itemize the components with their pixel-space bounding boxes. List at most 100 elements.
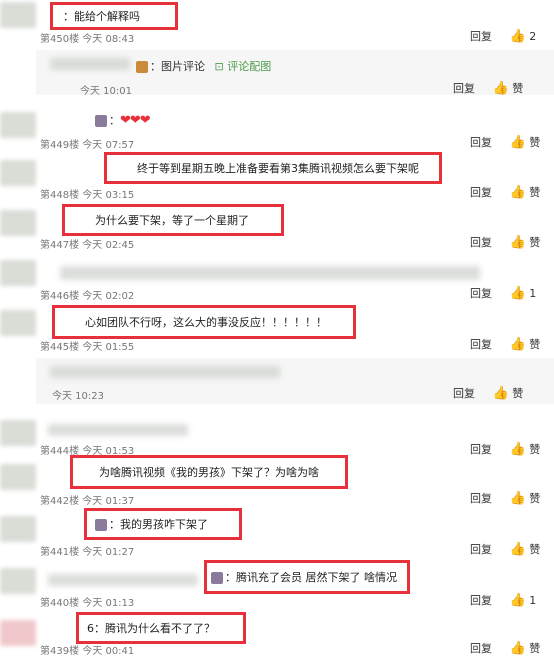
reply-button[interactable]: 回复 (470, 28, 492, 44)
emoji-icon (211, 572, 223, 584)
comment-meta: 第446楼 今天 02:02 (40, 291, 135, 302)
like-count: 1 (529, 593, 537, 607)
highlight-box: ：腾讯充了会员 居然下架了 啥情况 (204, 560, 410, 594)
comment-meta: 第442楼 今天 01:37 (40, 496, 135, 507)
reply-button[interactable]: 回复 (470, 234, 492, 250)
thumbs-up-icon[interactable]: 👍 (510, 337, 526, 352)
thumbs-up-icon[interactable]: 👍 (510, 491, 526, 506)
like-label[interactable]: 赞 (529, 134, 540, 150)
highlight-box: ：能给个解释吗 (50, 2, 178, 30)
comment-time: 今天 10:01 (80, 86, 132, 97)
reply-button[interactable]: 回复 (470, 134, 492, 150)
thumbs-up-icon[interactable]: 👍 (510, 235, 526, 250)
avatar (0, 516, 36, 542)
reply-button[interactable]: 回复 (470, 541, 492, 557)
comment-actions: 回复 👍 赞 (470, 441, 540, 457)
thumbs-up-icon[interactable]: 👍 (510, 442, 526, 457)
thumbs-up-icon[interactable]: 👍 (510, 641, 526, 656)
like-label[interactable]: 赞 (529, 234, 540, 250)
comment-text: 终于等到星期五晚上准备要看第3集腾讯视频怎么要下架呢 (137, 162, 419, 175)
comment-actions: 回复 👍 赞 (470, 184, 540, 200)
like-label[interactable]: 赞 (529, 336, 540, 352)
like-label[interactable]: 赞 (529, 541, 540, 557)
avatar (0, 420, 36, 446)
emoji-icon (136, 61, 148, 73)
blurred-text (48, 424, 188, 436)
comment-meta: 第447楼 今天 02:45 (40, 240, 135, 251)
comment-meta: 第439楼 今天 00:41 (40, 646, 135, 657)
thumbs-up-icon[interactable]: 👍 (510, 286, 526, 301)
comment-text: 为啥腾讯视频《我的男孩》下架了？为啥为啥 (99, 466, 319, 479)
avatar (0, 210, 36, 236)
reply-button[interactable]: 回复 (470, 184, 492, 200)
image-comment: ：图片评论 ⊡ 评论配图 (136, 58, 271, 74)
comment-actions: 回复 👍 赞 (470, 234, 540, 250)
thumbs-up-icon[interactable]: 👍 (510, 593, 526, 608)
highlight-box: 6：腾讯为什么看不了了？ (76, 612, 246, 644)
like-count: 2 (529, 29, 537, 43)
emoji-icon (95, 519, 107, 531)
comment-meta: 第449楼 今天 07:57 (40, 140, 135, 151)
avatar (0, 260, 36, 286)
blurred-text (50, 366, 280, 378)
reply-button[interactable]: 回复 (470, 592, 492, 608)
thumbs-up-icon[interactable]: 👍 (510, 135, 526, 150)
avatar (0, 160, 36, 186)
highlight-box: ：我的男孩咋下架了 (84, 508, 242, 540)
image-comment-link[interactable]: ⊡ 评论配图 (215, 60, 272, 73)
comment-actions: 回复 👍 赞 (453, 385, 523, 401)
reply-button[interactable]: 回复 (453, 80, 475, 96)
reply-button[interactable]: 回复 (470, 285, 492, 301)
avatar (0, 464, 36, 490)
thumbs-up-icon[interactable]: 👍 (493, 81, 509, 96)
thumbs-up-icon[interactable]: 👍 (510, 542, 526, 557)
thumbs-up-icon[interactable]: 👍 (510, 185, 526, 200)
comment-text: 6：腾讯为什么看不了了？ (87, 622, 215, 635)
reply-button[interactable]: 回复 (470, 336, 492, 352)
highlight-box: 为什么要下架，等了一个星期了 (62, 204, 284, 236)
comment-text: ：❤❤❤ (95, 112, 151, 128)
comment-text: ：腾讯充了会员 居然下架了 啥情况 (211, 569, 397, 585)
blurred-text (60, 266, 480, 280)
comment-actions: 回复 👍 赞 (470, 134, 540, 150)
emoji-icon (95, 115, 107, 127)
blurred-text (48, 574, 198, 586)
comment-text: 为什么要下架，等了一个星期了 (95, 214, 249, 227)
reply-button[interactable]: 回复 (470, 441, 492, 457)
comment-meta: 第448楼 今天 03:15 (40, 190, 135, 201)
avatar (0, 310, 36, 336)
like-count: 1 (529, 286, 537, 300)
comment-actions: 回复 👍 1 (470, 285, 536, 301)
highlight-box: 终于等到星期五晚上准备要看第3集腾讯视频怎么要下架呢 (104, 152, 442, 184)
heart-icon: ❤❤❤ (120, 113, 151, 128)
comment-actions: 回复 👍 赞 (453, 80, 523, 96)
like-label[interactable]: 赞 (529, 441, 540, 457)
comment-actions: 回复 👍 赞 (470, 490, 540, 506)
comment-actions: 回复 👍 2 (470, 28, 536, 44)
highlight-box: 为啥腾讯视频《我的男孩》下架了？为啥为啥 (70, 455, 348, 489)
like-label[interactable]: 赞 (512, 80, 523, 96)
reply-button[interactable]: 回复 (453, 385, 475, 401)
avatar (0, 620, 36, 646)
reply-button[interactable]: 回复 (470, 490, 492, 506)
like-label[interactable]: 赞 (529, 184, 540, 200)
comment-meta: 第450楼 今天 08:43 (40, 34, 135, 45)
comment-actions: 回复 👍 赞 (470, 541, 540, 557)
comment-text: ：我的男孩咋下架了 (95, 516, 208, 532)
comment-text: 心如团队不行呀，这么大的事没反应！！！！！！ (85, 316, 327, 329)
comment-meta: 第440楼 今天 01:13 (40, 598, 135, 609)
avatar (0, 112, 36, 138)
blurred-username (50, 58, 130, 70)
like-label[interactable]: 赞 (529, 490, 540, 506)
comment-time: 今天 10:23 (52, 391, 104, 402)
like-label[interactable]: 赞 (512, 385, 523, 401)
comment-meta: 第445楼 今天 01:55 (40, 342, 135, 353)
comment-text: ：能给个解释吗 (63, 10, 140, 23)
comment-actions: 回复 👍 1 (470, 592, 536, 608)
thumbs-up-icon[interactable]: 👍 (510, 29, 526, 44)
thumbs-up-icon[interactable]: 👍 (493, 386, 509, 401)
avatar (0, 2, 36, 28)
comment-actions: 回复 👍 赞 (470, 336, 540, 352)
highlight-box: 心如团队不行呀，这么大的事没反应！！！！！！ (52, 305, 356, 339)
comment-meta: 第441楼 今天 01:27 (40, 547, 135, 558)
